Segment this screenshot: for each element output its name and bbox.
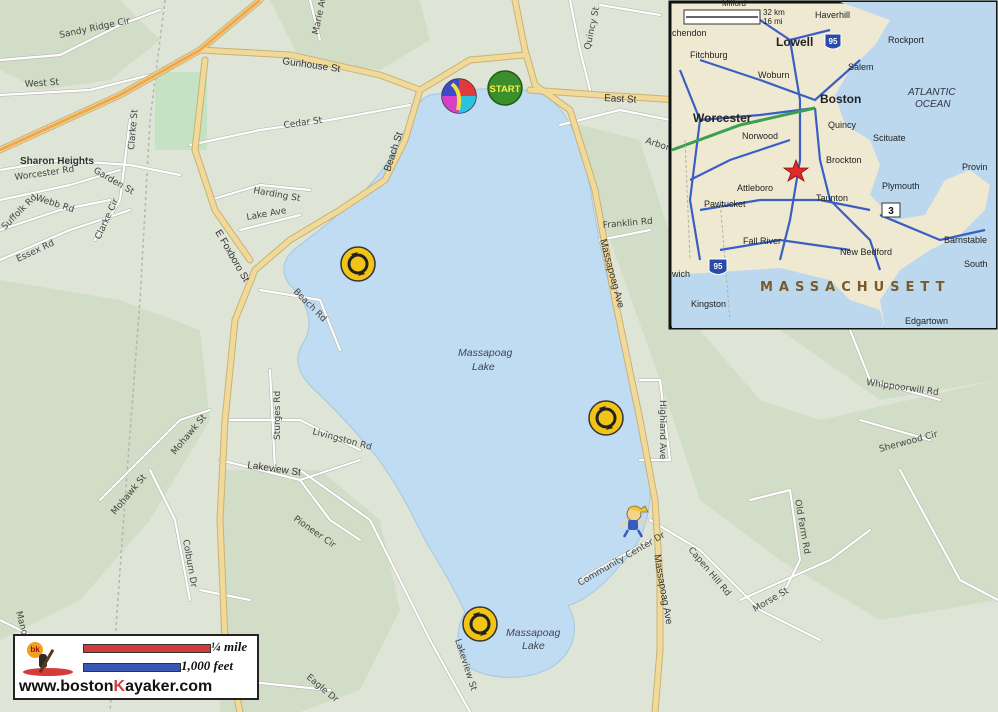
inset-label-pawtucket: Pawtucket [704,199,746,209]
label-east: East St [604,93,637,106]
inset-label-barnstable: Barnstable [944,235,987,245]
start-marker[interactable]: START [487,70,523,106]
inset-label-state: MASSACHUSETT [760,280,950,295]
inset-label-south: South [964,259,988,269]
inset-label-scituate: Scituate [873,133,906,143]
inset-label-salem: Salem [848,62,874,72]
map-canvas[interactable]: Sandy Ridge Cir Marie Ave Quincy St Gunh… [0,0,998,712]
beach-ball-icon[interactable] [441,78,477,114]
inset-label-woburn: Woburn [758,70,789,80]
inset-label-ocean2: OCEAN [915,99,951,110]
interstate-95-shield-icon: 95 [824,33,842,50]
lake-label-south-line1: Massapoag [506,627,560,639]
inset-label-wich: wich [671,269,690,279]
lake-label-south-line2: Lake [522,640,545,652]
inset-label-provin: Provin [962,162,988,172]
svg-text:95: 95 [829,37,838,46]
inset-label-attleboro: Attleboro [737,183,773,193]
clockwise-icon-east[interactable] [588,400,624,436]
clockwise-icon[interactable] [340,246,376,282]
website-url-prefix: www.boston [19,678,114,695]
lake-label-main-line1: Massapoag [458,347,512,359]
scale-label-quarter-mile: ¼ mile [211,639,248,654]
start-label: START [490,84,521,95]
scale-bar-thousand-feet [83,663,181,672]
inset-label-quincy: Quincy [828,120,857,130]
inset-label-kingston: Kingston [691,299,726,309]
inset-label-brockton: Brockton [826,155,862,165]
inset-label-chendon: chendon [672,28,707,38]
label-sharon-heights: Sharon Heights [20,156,94,167]
inset-scale-bar: 32 km 16 mi [683,8,785,26]
inset-label-worcester: Worcester [693,111,752,125]
inset-label-haverhill: Haverhill [815,10,850,20]
locator-inset-map[interactable]: 32 km 16 mi chendon Milford Haverhill Lo… [668,0,998,330]
inset-label-fitchburg: Fitchburg [690,50,728,60]
inset-label-ocean1: ATLANTIC [907,87,956,98]
logo-kayaker-icon: bk [19,640,75,680]
clockwise-icon-south[interactable] [462,606,498,642]
lake-label-main-line2: Lake [472,361,495,373]
svg-text:95: 95 [714,262,723,271]
inset-label-new-bedford: New Bedford [840,247,892,257]
inset-scale-mi: 16 mi [763,17,783,26]
inset-scale-km: 32 km [763,8,785,17]
inset-label-fall-river: Fall River [743,236,781,246]
website-link[interactable]: www.bostonKayaker.com [19,678,212,696]
scale-bar-quarter-mile [83,644,211,653]
inset-label-norwood: Norwood [742,131,778,141]
inset-label-lowell: Lowell [776,35,813,49]
label-highland: Highland Ave [657,400,667,460]
website-url-suffix: ayaker.com [125,678,213,695]
svg-text:3: 3 [888,206,894,217]
legend-box: bk ¼ mile 1,000 feet www.bostonKayaker.c… [13,634,259,700]
inset-label-rockport: Rockport [888,35,925,45]
route-3-shield-icon: 3 [881,202,901,218]
inset-label-boston: Boston [820,92,861,106]
inset-label-milford: Milford [722,0,746,8]
inset-label-plymouth: Plymouth [882,181,920,191]
website-url-k: K [113,678,126,695]
inset-label-taunton: Taunton [816,193,848,203]
scale-label-thousand-feet: 1,000 feet [181,658,233,673]
interstate-95-shield-icon-south: 95 [708,258,728,275]
inset-label-edgartown: Edgartown [905,316,948,326]
label-sturges: Sturges Rd [273,391,283,440]
